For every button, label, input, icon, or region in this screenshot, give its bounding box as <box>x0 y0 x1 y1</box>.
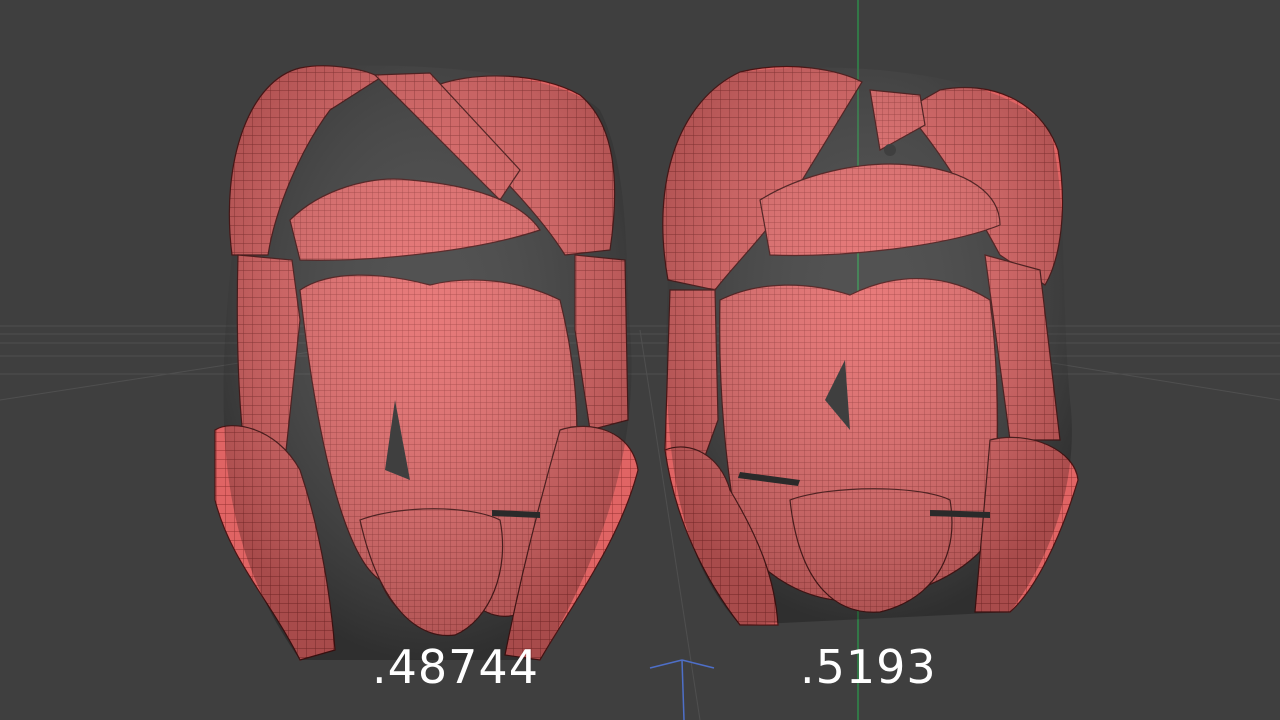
viewport-canvas <box>0 0 1280 720</box>
ground-grid <box>0 325 1280 720</box>
model-label-right: .5193 <box>800 640 937 694</box>
mesh-model-left[interactable] <box>214 65 639 661</box>
mesh-model-right[interactable] <box>662 65 1079 626</box>
model-label-left: .48744 <box>372 640 539 694</box>
axis-gizmo <box>649 659 715 720</box>
3d-viewport[interactable]: .48744 .5193 <box>0 0 1280 720</box>
